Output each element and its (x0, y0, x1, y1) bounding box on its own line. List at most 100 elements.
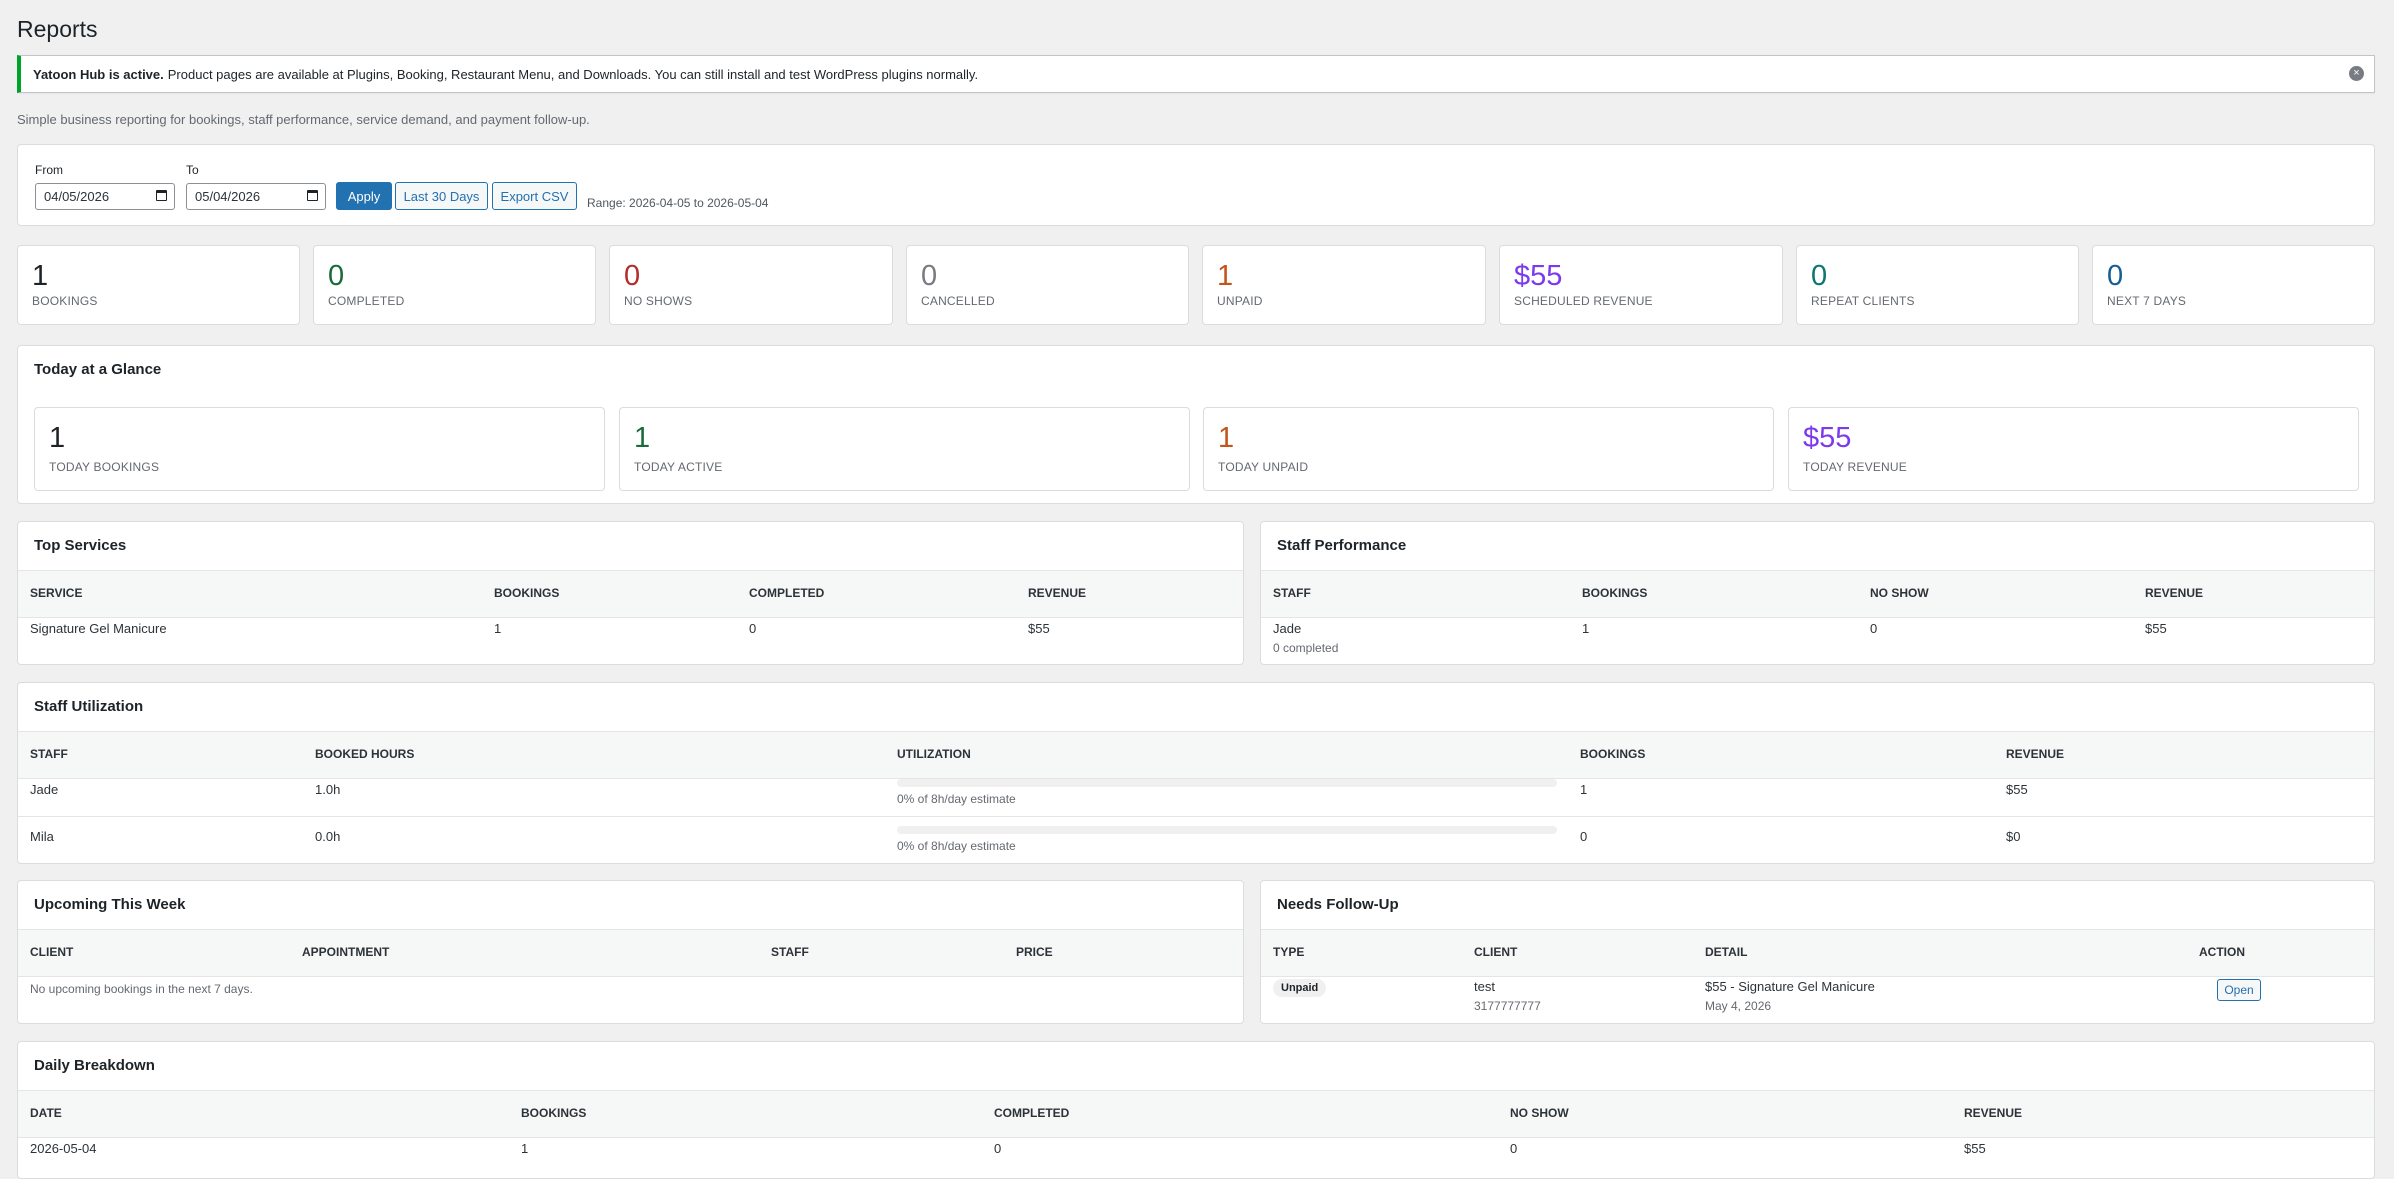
stat-value: $55 (1514, 260, 1563, 292)
daily-no-show: 0 (1510, 1141, 1518, 1156)
utilization-hours: 1.0h (315, 782, 341, 797)
stat-value: 1 (1217, 260, 1234, 292)
today-bookings-tile: 1 Today Bookings (34, 407, 605, 491)
stat-label: Scheduled Revenue (1514, 294, 1653, 308)
apply-button[interactable]: Apply (336, 182, 392, 210)
stat-no-shows: 0 No Shows (609, 245, 893, 325)
section-title: Today at a Glance (34, 361, 162, 378)
stat-label: Today Revenue (1803, 460, 1907, 474)
column-header[interactable]: Bookings (494, 571, 559, 615)
service-revenue: $55 (1028, 621, 1050, 636)
staff-revenue: $55 (2145, 621, 2167, 636)
stat-value: 1 (32, 260, 49, 292)
column-header[interactable]: Revenue (1028, 571, 1086, 615)
today-revenue-tile: $55 Today Revenue (1788, 407, 2359, 491)
stat-value: 1 (634, 422, 651, 454)
column-header[interactable]: Revenue (2006, 732, 2064, 776)
from-label: From (35, 163, 63, 177)
stat-value: 0 (1811, 260, 1828, 292)
daily-date: 2026-05-04 (30, 1141, 97, 1156)
section-title: Daily Breakdown (34, 1057, 155, 1074)
stat-label: Cancelled (921, 294, 995, 308)
table-header: Staff Booked Hours Utilization Bookings … (18, 731, 2374, 779)
notice-text: Product pages are available at Plugins, … (167, 66, 979, 82)
column-header[interactable]: Completed (749, 571, 824, 615)
stat-label: Unpaid (1217, 294, 1263, 308)
column-header[interactable]: No Show (1510, 1091, 1569, 1135)
column-header[interactable]: Staff (30, 732, 68, 776)
stat-value: 0 (624, 260, 641, 292)
staff-name: Jade (1273, 621, 1302, 636)
stat-scheduled-revenue: $55 Scheduled Revenue (1499, 245, 1783, 325)
dismiss-icon[interactable]: × (2349, 66, 2364, 81)
to-date-input[interactable]: 05/04/2026 (186, 183, 326, 210)
column-header[interactable]: Service (30, 571, 82, 615)
column-header[interactable]: Client (30, 930, 73, 974)
table-header: Type Client Detail Action (1261, 929, 2374, 977)
from-date-input[interactable]: 04/05/2026 (35, 183, 175, 210)
stat-label: Next 7 Days (2107, 294, 2187, 308)
service-bookings: 1 (494, 621, 502, 636)
column-header[interactable]: Bookings (1580, 732, 1645, 776)
calendar-icon[interactable] (307, 190, 318, 201)
stat-value: 1 (1218, 422, 1235, 454)
notice-bold-text: Yatoon Hub is active. (33, 66, 164, 82)
staff-no-show: 0 (1870, 621, 1878, 636)
column-header[interactable]: Client (1474, 930, 1517, 974)
column-header[interactable]: Date (30, 1091, 62, 1135)
utilization-revenue: $55 (2006, 782, 2028, 797)
utilization-bar (897, 779, 1557, 787)
column-header[interactable]: Staff (771, 930, 809, 974)
utilization-staff: Jade (30, 782, 59, 797)
stat-bookings: 1 Bookings (17, 245, 300, 325)
table-header: Staff Bookings No Show Revenue (1261, 570, 2374, 618)
to-label: To (186, 163, 199, 177)
column-header[interactable]: Revenue (2145, 571, 2203, 615)
stat-repeat-clients: 0 Repeat Clients (1796, 245, 2079, 325)
staff-completed-count: 0 completed (1273, 641, 1339, 655)
column-header[interactable]: Revenue (1964, 1091, 2022, 1135)
column-header[interactable]: No Show (1870, 571, 1929, 615)
upcoming-this-week-panel: Upcoming This Week Client Appointment St… (17, 880, 1244, 1024)
stat-unpaid: 1 Unpaid (1202, 245, 1486, 325)
top-services-panel: Top Services Service Bookings Completed … (17, 521, 1244, 665)
needs-follow-up-panel: Needs Follow-Up Type Client Detail Actio… (1260, 880, 2375, 1024)
staff-utilization-panel: Staff Utilization Staff Booked Hours Uti… (17, 682, 2375, 864)
column-header[interactable]: Bookings (521, 1091, 586, 1135)
column-header[interactable]: Detail (1705, 930, 1747, 974)
stat-value: 0 (328, 260, 345, 292)
export-csv-button[interactable]: Export CSV (492, 182, 577, 210)
staff-performance-panel: Staff Performance Staff Bookings No Show… (1260, 521, 2375, 665)
column-header[interactable]: Booked Hours (315, 732, 414, 776)
calendar-icon[interactable] (156, 190, 167, 201)
service-name: Signature Gel Manicure (30, 621, 167, 636)
stat-completed: 0 Completed (313, 245, 596, 325)
to-date-value: 05/04/2026 (195, 189, 261, 204)
status-badge: Unpaid (1273, 979, 1327, 997)
stat-next-7-days: 0 Next 7 Days (2092, 245, 2375, 325)
section-title: Top Services (34, 537, 127, 554)
column-header[interactable]: Appointment (302, 930, 389, 974)
row-divider (18, 816, 2374, 817)
client-name: test (1474, 979, 1495, 994)
last-30-days-button[interactable]: Last 30 Days (395, 182, 488, 210)
column-header[interactable]: Utilization (897, 732, 971, 776)
column-header[interactable]: Type (1273, 930, 1304, 974)
open-button[interactable]: Open (2217, 979, 2261, 1001)
column-header[interactable]: Action (2199, 930, 2245, 974)
section-title: Upcoming This Week (34, 896, 186, 913)
column-header[interactable]: Bookings (1582, 571, 1647, 615)
staff-bookings: 1 (1582, 621, 1590, 636)
followup-date: May 4, 2026 (1705, 999, 1772, 1013)
column-header[interactable]: Completed (994, 1091, 1069, 1135)
stat-cancelled: 0 Cancelled (906, 245, 1189, 325)
utilization-text: 0% of 8h/day estimate (897, 839, 1016, 853)
utilization-bookings: 0 (1580, 829, 1588, 844)
stat-label: Today Bookings (49, 460, 160, 474)
table-header: Date Bookings Completed No Show Revenue (18, 1090, 2374, 1138)
column-header[interactable]: Staff (1273, 571, 1311, 615)
range-text: Range: 2026-04-05 to 2026-05-04 (587, 196, 769, 210)
today-active-tile: 1 Today Active (619, 407, 1190, 491)
column-header[interactable]: Price (1016, 930, 1053, 974)
stat-label: Today Active (634, 460, 723, 474)
